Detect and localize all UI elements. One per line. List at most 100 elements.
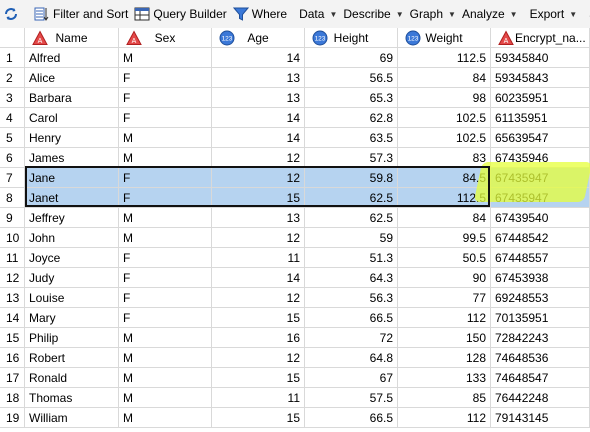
row-number[interactable]: 9 <box>0 208 25 228</box>
cell-height[interactable]: 65.3 <box>305 88 398 108</box>
cell-weight[interactable]: 83 <box>398 148 491 168</box>
row-number[interactable]: 6 <box>0 148 25 168</box>
cell-name[interactable]: Jane <box>25 168 119 188</box>
cell-sex[interactable]: F <box>119 308 212 328</box>
table-row[interactable]: 4 Carol F 14 62.8 102.5 61135951 <box>0 108 590 128</box>
cell-age[interactable]: 15 <box>212 308 305 328</box>
cell-name[interactable]: Ronald <box>25 368 119 388</box>
cell-age[interactable]: 13 <box>212 88 305 108</box>
row-number[interactable]: 1 <box>0 48 25 68</box>
filter-sort-button[interactable]: Filter and Sort <box>31 3 131 25</box>
cell-sex[interactable]: M <box>119 328 212 348</box>
cell-weight[interactable]: 102.5 <box>398 108 491 128</box>
cell-age[interactable]: 14 <box>212 48 305 68</box>
cell-enc[interactable]: 60235951 <box>491 88 590 108</box>
cell-sex[interactable]: M <box>119 408 212 428</box>
cell-sex[interactable]: M <box>119 128 212 148</box>
cell-height[interactable]: 56.5 <box>305 68 398 88</box>
row-number[interactable]: 8 <box>0 188 25 208</box>
cell-enc[interactable]: 70135951 <box>491 308 590 328</box>
table-row[interactable]: 3 Barbara F 13 65.3 98 60235951 <box>0 88 590 108</box>
table-row[interactable]: 13 Louise F 12 56.3 77 69248553 <box>0 288 590 308</box>
cell-age[interactable]: 15 <box>212 408 305 428</box>
cell-weight[interactable]: 150 <box>398 328 491 348</box>
graph-menu[interactable]: Graph ▼ <box>407 3 459 25</box>
cell-weight[interactable]: 133 <box>398 368 491 388</box>
table-row[interactable]: 11 Joyce F 11 51.3 50.5 67448557 <box>0 248 590 268</box>
cell-age[interactable]: 12 <box>212 148 305 168</box>
row-number[interactable]: 12 <box>0 268 25 288</box>
refresh-button[interactable] <box>0 3 25 25</box>
cell-height[interactable]: 63.5 <box>305 128 398 148</box>
cell-enc[interactable]: 59345840 <box>491 48 590 68</box>
row-number[interactable]: 14 <box>0 308 25 328</box>
export-menu[interactable]: Export ▼ <box>527 3 581 25</box>
cell-height[interactable]: 62.5 <box>305 188 398 208</box>
cell-height[interactable]: 67 <box>305 368 398 388</box>
cell-name[interactable]: Mary <box>25 308 119 328</box>
cell-weight[interactable]: 112 <box>398 408 491 428</box>
cell-name[interactable]: Jeffrey <box>25 208 119 228</box>
cell-enc[interactable]: 74648536 <box>491 348 590 368</box>
cell-name[interactable]: Janet <box>25 188 119 208</box>
table-row[interactable]: 9 Jeffrey M 13 62.5 84 67439540 <box>0 208 590 228</box>
cell-weight[interactable]: 102.5 <box>398 128 491 148</box>
cell-enc[interactable]: 67448557 <box>491 248 590 268</box>
cell-sex[interactable]: M <box>119 228 212 248</box>
cell-name[interactable]: Philip <box>25 328 119 348</box>
cell-enc[interactable]: 59345843 <box>491 68 590 88</box>
cell-enc[interactable]: 61135951 <box>491 108 590 128</box>
cell-age[interactable]: 14 <box>212 268 305 288</box>
cell-name[interactable]: Barbara <box>25 88 119 108</box>
cell-enc[interactable]: 76442248 <box>491 388 590 408</box>
cell-weight[interactable]: 128 <box>398 348 491 368</box>
cell-age[interactable]: 13 <box>212 68 305 88</box>
row-number[interactable]: 13 <box>0 288 25 308</box>
cell-weight[interactable]: 112 <box>398 308 491 328</box>
table-row[interactable]: 2 Alice F 13 56.5 84 59345843 <box>0 68 590 88</box>
cell-enc[interactable]: 67453938 <box>491 268 590 288</box>
row-number[interactable]: 7 <box>0 168 25 188</box>
cell-name[interactable]: Alfred <box>25 48 119 68</box>
header-corner[interactable] <box>0 28 25 48</box>
cell-weight[interactable]: 90 <box>398 268 491 288</box>
column-header-sex[interactable]: A Sex <box>119 28 212 48</box>
cell-sex[interactable]: F <box>119 168 212 188</box>
cell-height[interactable]: 66.5 <box>305 308 398 328</box>
cell-name[interactable]: William <box>25 408 119 428</box>
table-row[interactable]: 17 Ronald M 15 67 133 74648547 <box>0 368 590 388</box>
row-number[interactable]: 15 <box>0 328 25 348</box>
cell-sex[interactable]: F <box>119 68 212 88</box>
cell-name[interactable]: John <box>25 228 119 248</box>
cell-sex[interactable]: M <box>119 368 212 388</box>
cell-height[interactable]: 64.3 <box>305 268 398 288</box>
cell-sex[interactable]: M <box>119 48 212 68</box>
cell-enc[interactable]: 79143145 <box>491 408 590 428</box>
cell-name[interactable]: Joyce <box>25 248 119 268</box>
cell-sex[interactable]: M <box>119 208 212 228</box>
row-number[interactable]: 10 <box>0 228 25 248</box>
cell-age[interactable]: 13 <box>212 208 305 228</box>
cell-enc[interactable]: 69248553 <box>491 288 590 308</box>
cell-sex[interactable]: F <box>119 108 212 128</box>
row-number[interactable]: 2 <box>0 68 25 88</box>
cell-age[interactable]: 11 <box>212 248 305 268</box>
cell-height[interactable]: 51.3 <box>305 248 398 268</box>
cell-weight[interactable]: 84 <box>398 208 491 228</box>
cell-enc[interactable]: 65639547 <box>491 128 590 148</box>
row-number[interactable]: 3 <box>0 88 25 108</box>
cell-weight[interactable]: 84 <box>398 68 491 88</box>
cell-height[interactable]: 69 <box>305 48 398 68</box>
row-number[interactable]: 17 <box>0 368 25 388</box>
cell-age[interactable]: 14 <box>212 108 305 128</box>
cell-weight[interactable]: 50.5 <box>398 248 491 268</box>
table-row[interactable]: 19 William M 15 66.5 112 79143145 <box>0 408 590 428</box>
cell-height[interactable]: 72 <box>305 328 398 348</box>
cell-sex[interactable]: M <box>119 348 212 368</box>
row-number[interactable]: 16 <box>0 348 25 368</box>
cell-age[interactable]: 16 <box>212 328 305 348</box>
row-number[interactable]: 4 <box>0 108 25 128</box>
row-number[interactable]: 11 <box>0 248 25 268</box>
table-row[interactable]: 12 Judy F 14 64.3 90 67453938 <box>0 268 590 288</box>
cell-sex[interactable]: F <box>119 88 212 108</box>
